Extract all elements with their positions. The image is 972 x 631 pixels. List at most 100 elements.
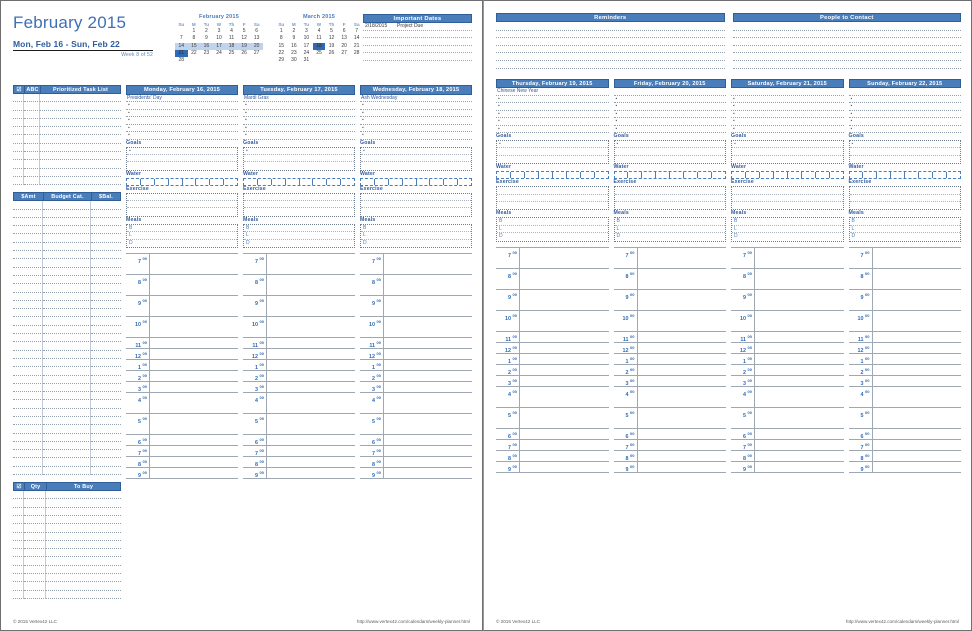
schedule-entry-field[interactable] [384, 254, 472, 274]
water-cup-checkbox[interactable] [511, 172, 525, 179]
note-line[interactable]: ▪ [848, 118, 961, 126]
list-cell[interactable] [24, 152, 40, 161]
table-row[interactable] [13, 209, 121, 218]
list-cell[interactable] [46, 566, 121, 575]
schedule-slot[interactable]: 10 00 [126, 317, 238, 339]
schedule-entry-field[interactable] [638, 248, 727, 268]
goal-line[interactable]: ▪ [127, 148, 237, 155]
list-cell[interactable] [43, 383, 91, 393]
schedule-entry-field[interactable] [638, 311, 727, 331]
list-cell[interactable] [91, 425, 121, 434]
list-cell[interactable] [13, 309, 43, 318]
list-cell[interactable] [40, 160, 121, 169]
note-line[interactable]: ▪ [848, 103, 961, 111]
list-cell[interactable] [13, 226, 43, 235]
calendar-day-cell[interactable]: 13 [338, 35, 351, 42]
schedule-entry-field[interactable] [150, 468, 238, 478]
schedule-slot[interactable]: 8 00 [613, 450, 726, 462]
exercise-line[interactable] [732, 195, 843, 203]
list-cell[interactable] [40, 102, 121, 111]
calendar-day-cell[interactable]: 2 [200, 28, 213, 35]
calendar-day-cell[interactable]: 12 [238, 35, 251, 42]
schedule-slot[interactable]: 9 00 [243, 468, 355, 480]
schedule-entry-field[interactable] [873, 376, 962, 386]
schedule-slot[interactable]: 8 00 [243, 275, 355, 297]
table-row[interactable] [13, 408, 121, 417]
list-cell[interactable] [43, 284, 91, 293]
list-item[interactable] [732, 31, 961, 39]
meal-line[interactable]: L [361, 232, 471, 240]
list-cell[interactable] [43, 441, 91, 451]
calendar-day-cell[interactable]: 17 [212, 42, 226, 50]
meal-line[interactable]: L [849, 226, 960, 234]
schedule-slot[interactable]: 5 00 [731, 407, 844, 429]
list-cell[interactable] [91, 317, 121, 326]
list-cell[interactable] [91, 359, 121, 368]
schedule-entry-field[interactable] [873, 248, 962, 268]
water-cup-checkbox[interactable] [877, 172, 892, 179]
list-item[interactable] [732, 38, 961, 46]
schedule-entry-field[interactable] [150, 371, 238, 381]
table-row[interactable] [13, 515, 121, 525]
schedule-entry-field[interactable] [873, 429, 962, 439]
calendar-day-cell[interactable]: 19 [237, 42, 251, 50]
schedule-slot[interactable]: 10 00 [496, 310, 609, 332]
list-cell[interactable] [13, 110, 24, 119]
schedule-slot[interactable]: 8 00 [731, 450, 844, 462]
list-cell[interactable] [91, 309, 121, 318]
note-line[interactable]: ▪ [613, 126, 726, 134]
schedule-entry-field[interactable] [384, 382, 472, 392]
list-cell[interactable] [43, 350, 91, 359]
note-line[interactable]: ▪ [496, 118, 609, 126]
note-line[interactable]: ▪ [613, 118, 726, 126]
water-cup-checkbox[interactable] [746, 172, 760, 179]
list-cell[interactable] [24, 118, 40, 128]
schedule-entry-field[interactable] [267, 457, 355, 467]
table-row[interactable] [13, 234, 121, 243]
water-cup-checkbox[interactable] [581, 172, 595, 179]
schedule-entry-field[interactable] [384, 435, 472, 445]
schedule-entry-field[interactable] [384, 446, 472, 456]
list-item[interactable] [496, 31, 725, 39]
schedule-entry-field[interactable] [873, 311, 962, 331]
water-cup-checkbox[interactable] [947, 172, 960, 178]
note-line[interactable]: ▪ [360, 117, 472, 125]
water-tracker[interactable] [731, 171, 844, 180]
table-row[interactable] [13, 367, 121, 376]
schedule-slot[interactable]: 9 00 [126, 296, 238, 318]
schedule-entry-field[interactable] [520, 311, 609, 331]
list-item[interactable] [732, 23, 961, 31]
note-line[interactable]: ▪ [613, 96, 726, 104]
water-cup-checkbox[interactable] [802, 172, 816, 179]
goal-line[interactable]: ▪ [497, 141, 608, 149]
list-cell[interactable] [24, 499, 46, 508]
goal-line[interactable] [850, 156, 961, 163]
schedule-entry-field[interactable] [267, 371, 355, 381]
exercise-box[interactable] [731, 186, 844, 211]
exercise-line[interactable] [497, 187, 608, 195]
schedule-entry-field[interactable] [384, 371, 472, 381]
schedule-slot[interactable]: 2 00 [848, 364, 961, 376]
list-cell[interactable] [91, 351, 121, 359]
water-cup-checkbox[interactable] [863, 172, 878, 179]
schedule-entry-field[interactable] [638, 354, 727, 364]
list-cell[interactable] [13, 367, 43, 376]
calendar-day-cell[interactable]: 10 [300, 35, 313, 42]
exercise-line[interactable] [732, 202, 843, 209]
calendar-day-cell[interactable]: 6 [250, 28, 263, 35]
schedule-entry-field[interactable] [755, 311, 844, 331]
calendar-day-cell[interactable]: 1 [188, 28, 201, 35]
schedule-slot[interactable]: 3 00 [243, 382, 355, 394]
schedule-entry-field[interactable] [873, 343, 962, 353]
goals-box[interactable]: ▪ [496, 140, 609, 165]
list-cell[interactable] [40, 127, 121, 136]
schedule-slot[interactable]: 8 00 [496, 450, 609, 462]
schedule-entry-field[interactable] [267, 338, 355, 348]
schedule-slot[interactable]: 1 00 [613, 353, 727, 365]
schedule-slot[interactable]: 7 00 [613, 439, 726, 451]
note-line[interactable]: ▪ [243, 117, 355, 125]
table-row[interactable] [13, 259, 121, 268]
schedule-slot[interactable]: 8 00 [731, 268, 844, 290]
table-row[interactable] [13, 325, 121, 335]
water-tracker[interactable] [243, 177, 355, 186]
